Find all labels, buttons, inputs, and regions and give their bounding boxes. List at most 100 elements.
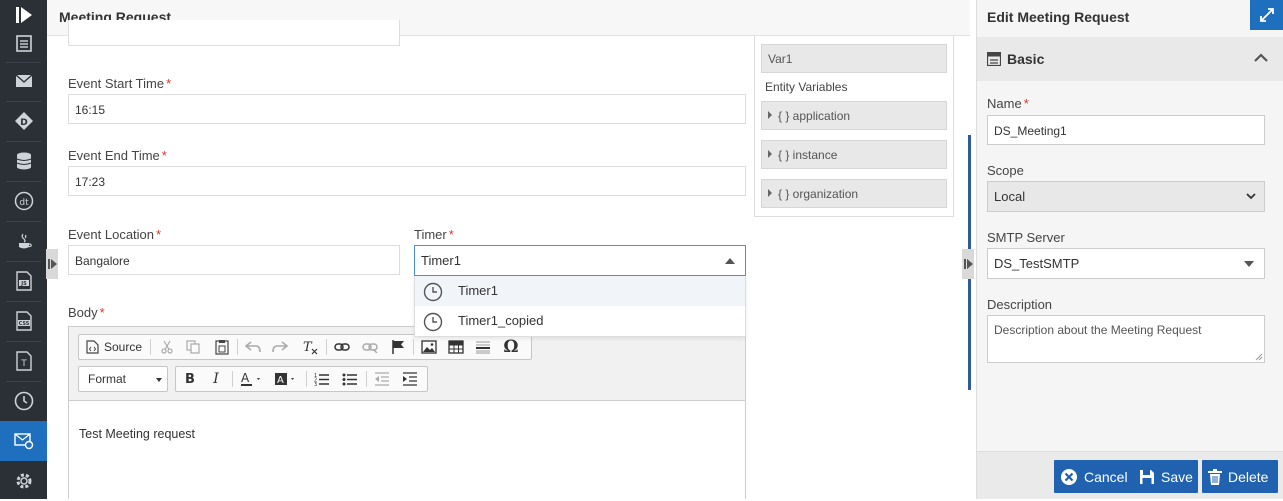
clock-icon[interactable] bbox=[0, 381, 47, 421]
edit-panel-header: Edit Meeting Request bbox=[977, 0, 1283, 36]
expand-triangle-icon bbox=[768, 150, 772, 158]
decrease-indent-icon[interactable] bbox=[372, 369, 392, 389]
table-icon[interactable] bbox=[446, 337, 466, 357]
bold-icon[interactable]: B bbox=[180, 369, 200, 389]
clock-icon bbox=[423, 312, 443, 332]
chevron-right-icon bbox=[47, 259, 57, 269]
decision-icon[interactable]: D bbox=[0, 101, 47, 141]
rich-text-editor: Source T Ω Format B I A A 1 2 3 Test Mee… bbox=[68, 326, 746, 500]
smtp-label: SMTP Server bbox=[987, 230, 1065, 245]
timer-selected-value: Timer1 bbox=[421, 253, 461, 268]
horizontal-rule-icon[interactable] bbox=[473, 337, 493, 357]
edit-panel-footer: Cancel Save Delete bbox=[977, 451, 1283, 499]
location-input[interactable]: Bangalore bbox=[68, 245, 400, 275]
entity-label: { } instance bbox=[778, 148, 838, 162]
editor-toolbar: Source T Ω Format B I A A 1 2 3 bbox=[69, 327, 745, 401]
body-label: Body * bbox=[68, 305, 105, 320]
caret-down-icon bbox=[156, 378, 162, 382]
timer-option-label: Timer1 bbox=[458, 283, 498, 298]
paste-icon[interactable] bbox=[212, 337, 232, 357]
css-file-icon[interactable]: CSS bbox=[0, 301, 47, 341]
chevron-right-icon bbox=[963, 259, 973, 269]
editor-content[interactable]: Test Meeting request bbox=[69, 401, 745, 500]
java-icon[interactable] bbox=[0, 221, 47, 261]
entity-variables-label: Entity Variables bbox=[765, 80, 848, 94]
svg-text:JS: JS bbox=[20, 281, 27, 287]
remove-format-icon[interactable]: T bbox=[299, 337, 321, 357]
timer-option[interactable]: Timer1_copied bbox=[415, 306, 745, 336]
expand-triangle-icon bbox=[768, 111, 772, 119]
undo-icon[interactable] bbox=[243, 337, 263, 357]
link-icon[interactable] bbox=[332, 337, 352, 357]
increase-indent-icon[interactable] bbox=[400, 369, 420, 389]
cancel-label: Cancel bbox=[1084, 468, 1128, 485]
variable-var1[interactable]: Var1 bbox=[761, 44, 947, 73]
source-button[interactable]: Source bbox=[83, 337, 145, 357]
expand-icon bbox=[1260, 8, 1274, 22]
smtp-value: DS_TestSMTP bbox=[994, 256, 1080, 271]
collapse-left-handle[interactable] bbox=[46, 249, 58, 279]
left-sidebar: D dt JS CSS T bbox=[0, 0, 47, 499]
image-icon[interactable] bbox=[419, 337, 439, 357]
section-title: Basic bbox=[1007, 51, 1045, 67]
timer-select[interactable]: Timer1 bbox=[414, 245, 746, 276]
format-dropdown[interactable]: Format bbox=[78, 366, 168, 392]
svg-text:3: 3 bbox=[314, 382, 317, 386]
chevron-down-icon bbox=[1246, 193, 1256, 200]
entity-instance[interactable]: { } instance bbox=[761, 140, 947, 169]
edit-panel-title: Edit Meeting Request bbox=[987, 9, 1130, 25]
document-icon[interactable] bbox=[0, 23, 47, 63]
text-file-icon[interactable]: T bbox=[0, 341, 47, 381]
editor-body-text: Test Meeting request bbox=[79, 427, 196, 441]
entity-organization[interactable]: { } organization bbox=[761, 179, 947, 208]
cut-icon[interactable] bbox=[157, 337, 177, 357]
toolbar-group-top: Source T Ω bbox=[78, 334, 532, 360]
mail-icon[interactable] bbox=[0, 61, 47, 101]
start-time-input[interactable]: 16:15 bbox=[68, 94, 746, 124]
description-label: Description bbox=[987, 297, 1053, 312]
numbered-list-icon[interactable]: 123 bbox=[312, 369, 332, 389]
section-basic-header[interactable]: Basic bbox=[977, 37, 1283, 81]
svg-text:D: D bbox=[20, 118, 27, 128]
text-color-icon[interactable]: A bbox=[238, 369, 266, 389]
svg-text:A: A bbox=[241, 371, 250, 385]
svg-text:A: A bbox=[277, 375, 284, 386]
delete-button[interactable]: Delete bbox=[1202, 460, 1278, 493]
mail-settings-icon[interactable] bbox=[0, 421, 47, 461]
expand-button[interactable] bbox=[1250, 0, 1283, 30]
dt-icon[interactable]: dt bbox=[0, 181, 47, 221]
bullet-list-icon[interactable] bbox=[340, 369, 360, 389]
end-time-input[interactable]: 17:23 bbox=[68, 166, 746, 196]
save-label: Save bbox=[1161, 468, 1193, 485]
source-icon bbox=[86, 340, 99, 354]
unlink-icon[interactable] bbox=[360, 337, 380, 357]
scope-select[interactable]: Local bbox=[987, 181, 1265, 212]
js-file-icon[interactable]: JS bbox=[0, 261, 47, 301]
format-label: Format bbox=[88, 372, 127, 386]
redo-icon[interactable] bbox=[270, 337, 290, 357]
svg-text:dt: dt bbox=[19, 198, 29, 208]
description-textarea[interactable]: Description about the Meeting Request bbox=[987, 315, 1265, 363]
delete-label: Delete bbox=[1228, 468, 1269, 485]
settings-icon[interactable] bbox=[0, 461, 47, 501]
timer-option[interactable]: Timer1 bbox=[415, 276, 745, 306]
italic-icon[interactable]: I bbox=[206, 369, 226, 389]
expand-triangle-icon bbox=[768, 189, 772, 197]
scrolled-input-field[interactable] bbox=[68, 20, 400, 46]
save-button[interactable]: Save bbox=[1133, 460, 1198, 493]
background-color-icon[interactable]: A bbox=[272, 369, 300, 389]
name-input[interactable]: DS_Meeting1 bbox=[987, 115, 1265, 145]
main-area: Meeting Request Event Start Time * 16:15 … bbox=[47, 0, 971, 500]
anchor-flag-icon[interactable] bbox=[388, 337, 408, 357]
caret-up-icon bbox=[725, 258, 735, 264]
special-char-icon[interactable]: Ω bbox=[501, 337, 521, 357]
smtp-select[interactable]: DS_TestSMTP bbox=[987, 248, 1265, 279]
entity-application[interactable]: { } application bbox=[761, 101, 947, 130]
trash-icon bbox=[1208, 468, 1222, 485]
resize-handle-icon[interactable] bbox=[1255, 353, 1263, 361]
end-time-label: Event End Time * bbox=[68, 148, 167, 163]
database-icon[interactable] bbox=[0, 141, 47, 181]
copy-icon[interactable] bbox=[183, 337, 203, 357]
entity-label: { } application bbox=[778, 109, 851, 123]
collapse-right-handle[interactable] bbox=[962, 249, 974, 279]
